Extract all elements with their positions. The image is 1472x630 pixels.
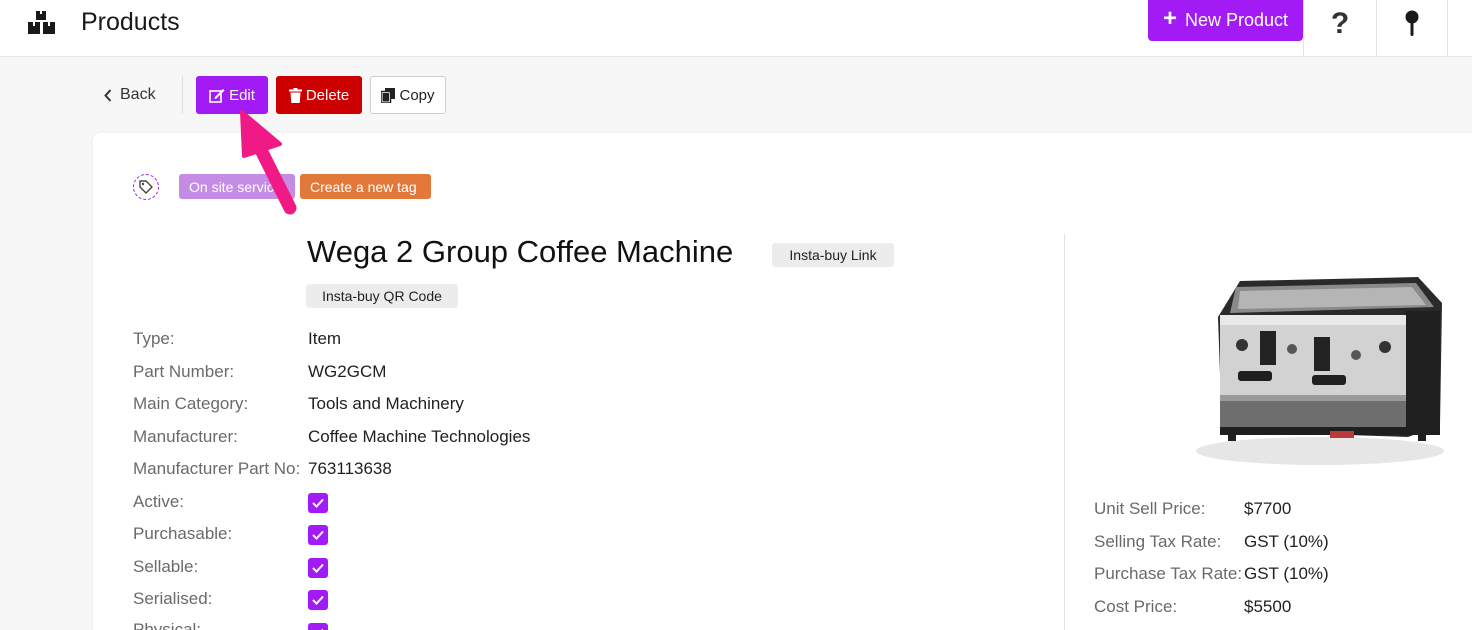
create-tag-button[interactable]: Create a new tag — [300, 174, 431, 199]
check-icon — [312, 530, 324, 540]
tag-shape-icon — [139, 180, 153, 194]
price-label-cost: Cost Price: — [1094, 597, 1178, 616]
flag-label-purchasable: Purchasable: — [133, 524, 233, 543]
pin-icon — [1405, 10, 1419, 36]
physical-checkbox[interactable] — [308, 623, 328, 630]
sellable-checkbox[interactable] — [308, 558, 328, 578]
flag-label-physical: Physical: — [133, 620, 202, 630]
back-label: Back — [120, 86, 156, 103]
field-value-manufacturer: Coffee Machine Technologies — [308, 427, 531, 446]
boxes-logo-icon[interactable] — [28, 11, 56, 35]
annotation-arrow-icon — [240, 110, 297, 215]
price-label-purchase-tax: Purchase Tax Rate: — [1094, 564, 1243, 583]
product-image — [1196, 277, 1444, 465]
active-checkbox[interactable] — [308, 493, 328, 513]
pin-button[interactable] — [1388, 4, 1436, 44]
trash-icon — [288, 87, 302, 103]
copy-label: Copy — [399, 86, 435, 104]
flag-label-active: Active: — [133, 492, 185, 511]
copy-button[interactable]: Copy — [370, 76, 446, 114]
field-value-part-number: WG2GCM — [308, 362, 387, 381]
price-label-selling-tax: Selling Tax Rate: — [1094, 532, 1222, 551]
flag-label-sellable: Sellable: — [133, 557, 199, 576]
help-button[interactable]: ? — [1316, 4, 1364, 44]
top-bar: Products + New Product ? — [0, 0, 1472, 57]
purchasable-checkbox[interactable] — [308, 525, 328, 545]
field-label-part-number: Part Number: — [133, 362, 235, 381]
chevron-left-icon — [104, 88, 112, 102]
edit-icon — [209, 88, 225, 103]
toolbar-divider — [1303, 0, 1304, 57]
edit-label: Edit — [229, 86, 255, 104]
field-value-main-category: Tools and Machinery — [308, 394, 464, 413]
new-product-button[interactable]: + New Product — [1148, 0, 1303, 41]
field-value-manufacturer-part-no: 763113638 — [308, 459, 392, 478]
field-value-type: Item — [308, 329, 342, 348]
delete-label: Delete — [305, 86, 350, 104]
toolbar-divider — [1447, 0, 1448, 57]
page-title: Products — [81, 8, 180, 36]
product-name: Wega 2 Group Coffee Machine — [307, 234, 734, 269]
check-icon — [312, 595, 324, 605]
price-value-selling-tax: GST (10%) — [1244, 532, 1329, 551]
question-icon: ? — [1330, 7, 1350, 40]
check-icon — [312, 563, 324, 573]
price-value-unit-sell: $7700 — [1244, 499, 1292, 518]
price-value-purchase-tax: GST (10%) — [1244, 564, 1329, 583]
field-label-type: Type: — [133, 329, 175, 348]
copy-icon — [381, 87, 396, 103]
action-divider — [182, 76, 183, 114]
insta-buy-qr-button[interactable]: Insta-buy QR Code — [306, 284, 458, 308]
field-label-main-category: Main Category: — [133, 394, 249, 413]
plus-icon: + — [1162, 5, 1177, 32]
check-icon — [312, 498, 324, 508]
tag-icon[interactable] — [133, 174, 159, 200]
field-label-manufacturer: Manufacturer: — [133, 427, 238, 446]
field-label-manufacturer-part-no: Manufacturer Part No: — [133, 459, 301, 478]
back-button[interactable]: Back — [104, 86, 156, 104]
insta-buy-link-button[interactable]: Insta-buy Link — [772, 243, 894, 267]
new-product-label: New Product — [1184, 10, 1289, 30]
price-label-unit-sell: Unit Sell Price: — [1094, 499, 1206, 518]
serialised-checkbox[interactable] — [308, 590, 328, 610]
column-divider — [1064, 234, 1065, 630]
price-value-cost: $5500 — [1244, 597, 1292, 616]
flag-label-serialised: Serialised: — [133, 589, 213, 608]
toolbar-divider — [1376, 0, 1377, 57]
